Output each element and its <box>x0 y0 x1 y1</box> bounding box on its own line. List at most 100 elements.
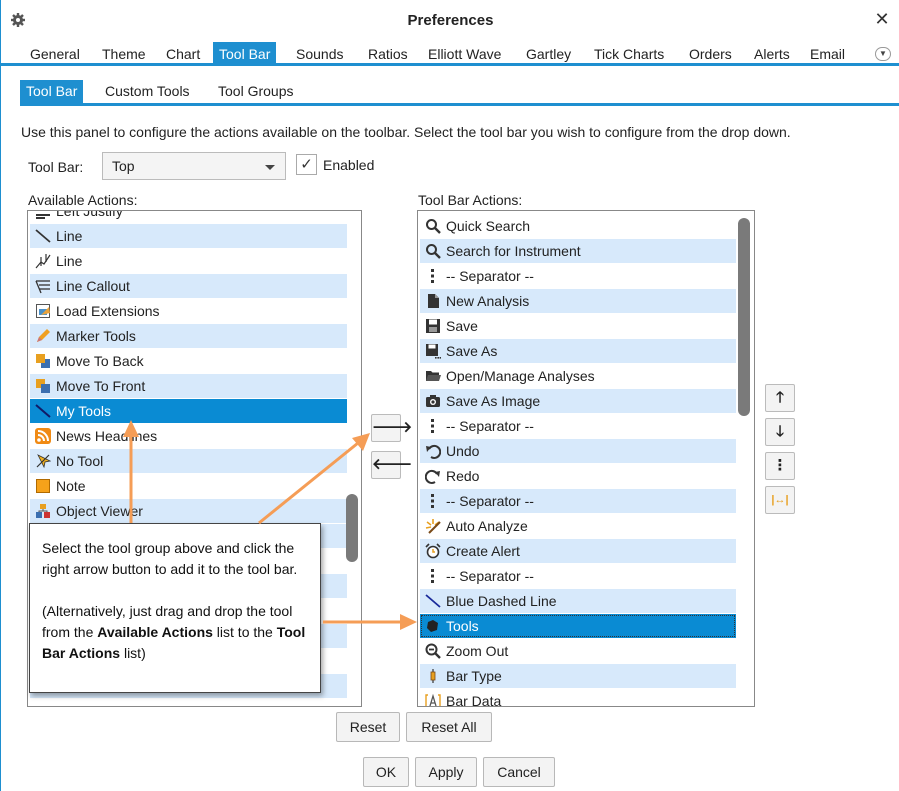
list-item[interactable]: Search for Instrument <box>420 239 736 263</box>
tab-tick-charts[interactable]: Tick Charts <box>588 42 670 66</box>
enabled-checkbox[interactable]: ✓ <box>296 154 317 175</box>
list-item[interactable]: Object Viewer <box>30 499 347 523</box>
my-tools-icon <box>35 404 51 418</box>
list-item[interactable]: No Tool <box>30 449 347 473</box>
list-item[interactable]: Marker Tools <box>30 324 347 348</box>
line-icon <box>425 594 441 608</box>
list-item[interactable]: Load Extensions <box>30 299 347 323</box>
search-icon <box>426 219 441 234</box>
undo-icon <box>426 444 441 459</box>
save-icon <box>426 319 440 333</box>
main-tabs: General Theme Chart Tool Bar Sounds Rati… <box>1 42 899 66</box>
tool-bar-actions-label: Tool Bar Actions: <box>418 192 523 208</box>
load-extensions-icon <box>36 304 50 318</box>
separator-icon <box>431 494 434 508</box>
separator-icon <box>431 569 434 583</box>
tab-email[interactable]: Email <box>804 42 851 66</box>
list-item[interactable]: Auto Analyze <box>420 514 736 538</box>
auto-analyze-icon <box>425 519 441 534</box>
list-item-selected[interactable]: My Tools <box>30 399 347 423</box>
subtab-tool-bar[interactable]: Tool Bar <box>20 80 84 103</box>
list-item[interactable]: Move To Front <box>30 374 347 398</box>
move-up-button[interactable]: 🡑 <box>765 384 795 412</box>
list-item[interactable]: Open/Manage Analyses <box>420 364 736 388</box>
reset-button[interactable]: Reset <box>336 712 400 742</box>
close-icon[interactable]: ✕ <box>872 9 892 29</box>
list-item[interactable]: Create Alert <box>420 539 736 563</box>
list-item[interactable]: Blue Dashed Line <box>420 589 736 613</box>
tab-general[interactable]: General <box>24 42 86 66</box>
list-item[interactable]: Save As <box>420 339 736 363</box>
apply-button[interactable]: Apply <box>415 757 477 787</box>
tab-orders[interactable]: Orders <box>683 42 738 66</box>
list-item[interactable]: Zoom Out <box>420 639 736 663</box>
add-to-toolbar-button[interactable]: 🡒 <box>371 414 412 442</box>
list-item[interactable]: Undo <box>420 439 736 463</box>
redo-icon <box>425 469 440 484</box>
line-tool-icon <box>35 254 51 269</box>
move-down-button[interactable]: 🡓 <box>765 418 795 446</box>
alarm-icon <box>425 543 441 559</box>
no-tool-icon <box>36 454 51 469</box>
window-title: Preferences <box>407 12 494 29</box>
list-item[interactable]: Save <box>420 314 736 338</box>
tab-sounds[interactable]: Sounds <box>290 42 349 66</box>
tool-bar-select[interactable]: Top <box>102 152 286 180</box>
list-item[interactable]: Line Callout <box>30 274 347 298</box>
list-item[interactable]: Quick Search <box>420 214 736 238</box>
list-item[interactable]: -- Separator -- <box>420 264 736 288</box>
move-to-front-icon <box>36 379 50 393</box>
tool-bar-actions-list[interactable]: Quick Search Search for Instrument -- Se… <box>417 210 755 707</box>
list-item[interactable]: New Analysis <box>420 289 736 313</box>
add-separator-button[interactable]: ⋮ <box>765 452 795 480</box>
list-item[interactable]: Move To Back <box>30 349 347 373</box>
line-callout-icon <box>35 280 50 294</box>
list-item[interactable]: -- Separator -- <box>420 489 736 513</box>
tab-elliott-wave[interactable]: Elliott Wave <box>422 42 507 66</box>
tab-theme[interactable]: Theme <box>96 42 152 66</box>
reset-all-button[interactable]: Reset All <box>406 712 492 742</box>
tab-gartley[interactable]: Gartley <box>520 42 577 66</box>
marker-icon <box>37 329 50 342</box>
zoom-out-icon <box>425 643 441 659</box>
chevron-down-icon <box>265 165 275 170</box>
document-icon <box>428 294 439 308</box>
ok-button[interactable]: OK <box>363 757 409 787</box>
list-item[interactable]: Line <box>30 249 347 273</box>
list-item[interactable]: Line <box>30 224 347 248</box>
tab-tool-bar[interactable]: Tool Bar <box>213 42 277 66</box>
object-viewer-icon <box>36 504 50 518</box>
line-icon <box>35 229 51 243</box>
search-icon <box>426 244 441 259</box>
add-spacer-button[interactable]: |↔| <box>765 486 795 514</box>
preferences-window: Preferences ✕ General Theme Chart Tool B… <box>0 0 899 791</box>
list-item[interactable]: Left Justify <box>30 211 347 223</box>
list-item[interactable]: Note <box>30 474 347 498</box>
left-justify-icon <box>36 214 50 219</box>
list-item[interactable]: Bar Data <box>420 689 736 706</box>
tab-chart[interactable]: Chart <box>160 42 206 66</box>
tab-alerts[interactable]: Alerts <box>748 42 796 66</box>
save-as-icon <box>426 344 441 359</box>
list-item[interactable]: -- Separator -- <box>420 414 736 438</box>
list-item[interactable]: Save As Image <box>420 389 736 413</box>
list-item[interactable]: Bar Type <box>420 664 736 688</box>
rss-icon <box>35 428 51 444</box>
enabled-label: Enabled <box>323 157 375 173</box>
remove-from-toolbar-button[interactable]: 🡐 <box>371 451 412 479</box>
subtab-custom-tools[interactable]: Custom Tools <box>99 80 196 103</box>
list-item[interactable]: -- Separator -- <box>420 564 736 588</box>
tool-bar-select-label: Tool Bar: <box>28 159 84 175</box>
tool-bar-actions-scrollbar[interactable] <box>738 218 750 416</box>
callout-alternative: (Alternatively, just drag and drop the t… <box>42 603 306 661</box>
separator-icon <box>431 269 434 283</box>
list-item[interactable]: Redo <box>420 464 736 488</box>
cancel-button[interactable]: Cancel <box>483 757 555 787</box>
list-item-selected[interactable]: Tools <box>420 614 736 638</box>
more-tabs-icon[interactable]: ▼ <box>875 47 891 61</box>
available-actions-label: Available Actions: <box>28 192 138 208</box>
available-scrollbar[interactable] <box>346 494 358 562</box>
tab-ratios[interactable]: Ratios <box>362 42 414 66</box>
list-item[interactable]: News Headlines <box>30 424 347 448</box>
subtab-tool-groups[interactable]: Tool Groups <box>212 80 299 103</box>
